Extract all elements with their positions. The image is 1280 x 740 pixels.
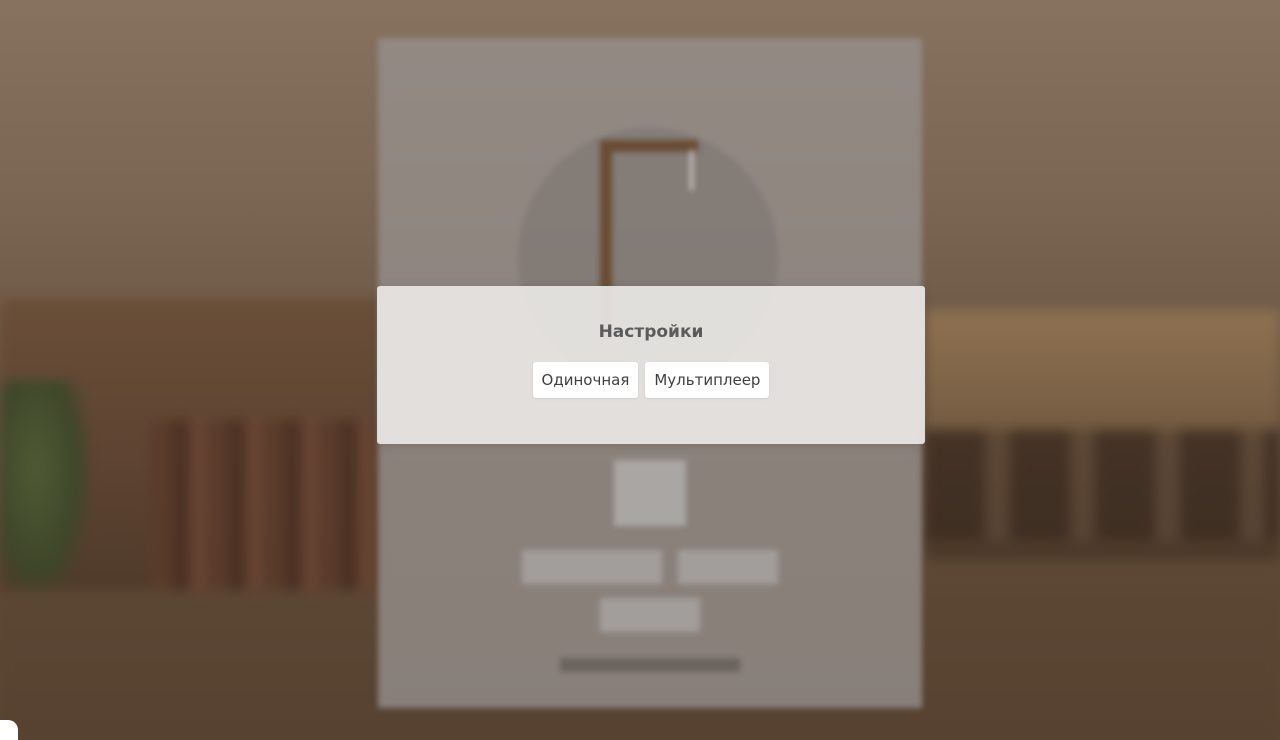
- multiplayer-mode-button[interactable]: Мультиплеер: [645, 362, 770, 398]
- letter-input-blurred: [614, 460, 686, 526]
- mode-button-group: Одиночная Мультиплеер: [377, 362, 925, 398]
- game-button-blurred: [678, 550, 778, 584]
- background-shelf: [150, 420, 380, 600]
- modal-title: Настройки: [598, 322, 704, 342]
- corner-widget[interactable]: [0, 720, 18, 740]
- background-counter: [925, 430, 1280, 540]
- single-mode-button[interactable]: Одиночная: [532, 362, 639, 398]
- game-link-blurred: [560, 658, 740, 672]
- settings-modal: Настройки Одиночная Мультиплеер: [377, 286, 925, 444]
- background-plant: [0, 380, 90, 600]
- gallows-rope: [690, 150, 693, 190]
- game-button-blurred: [522, 550, 662, 584]
- game-button-blurred: [600, 598, 700, 632]
- gallows-beam: [600, 140, 698, 152]
